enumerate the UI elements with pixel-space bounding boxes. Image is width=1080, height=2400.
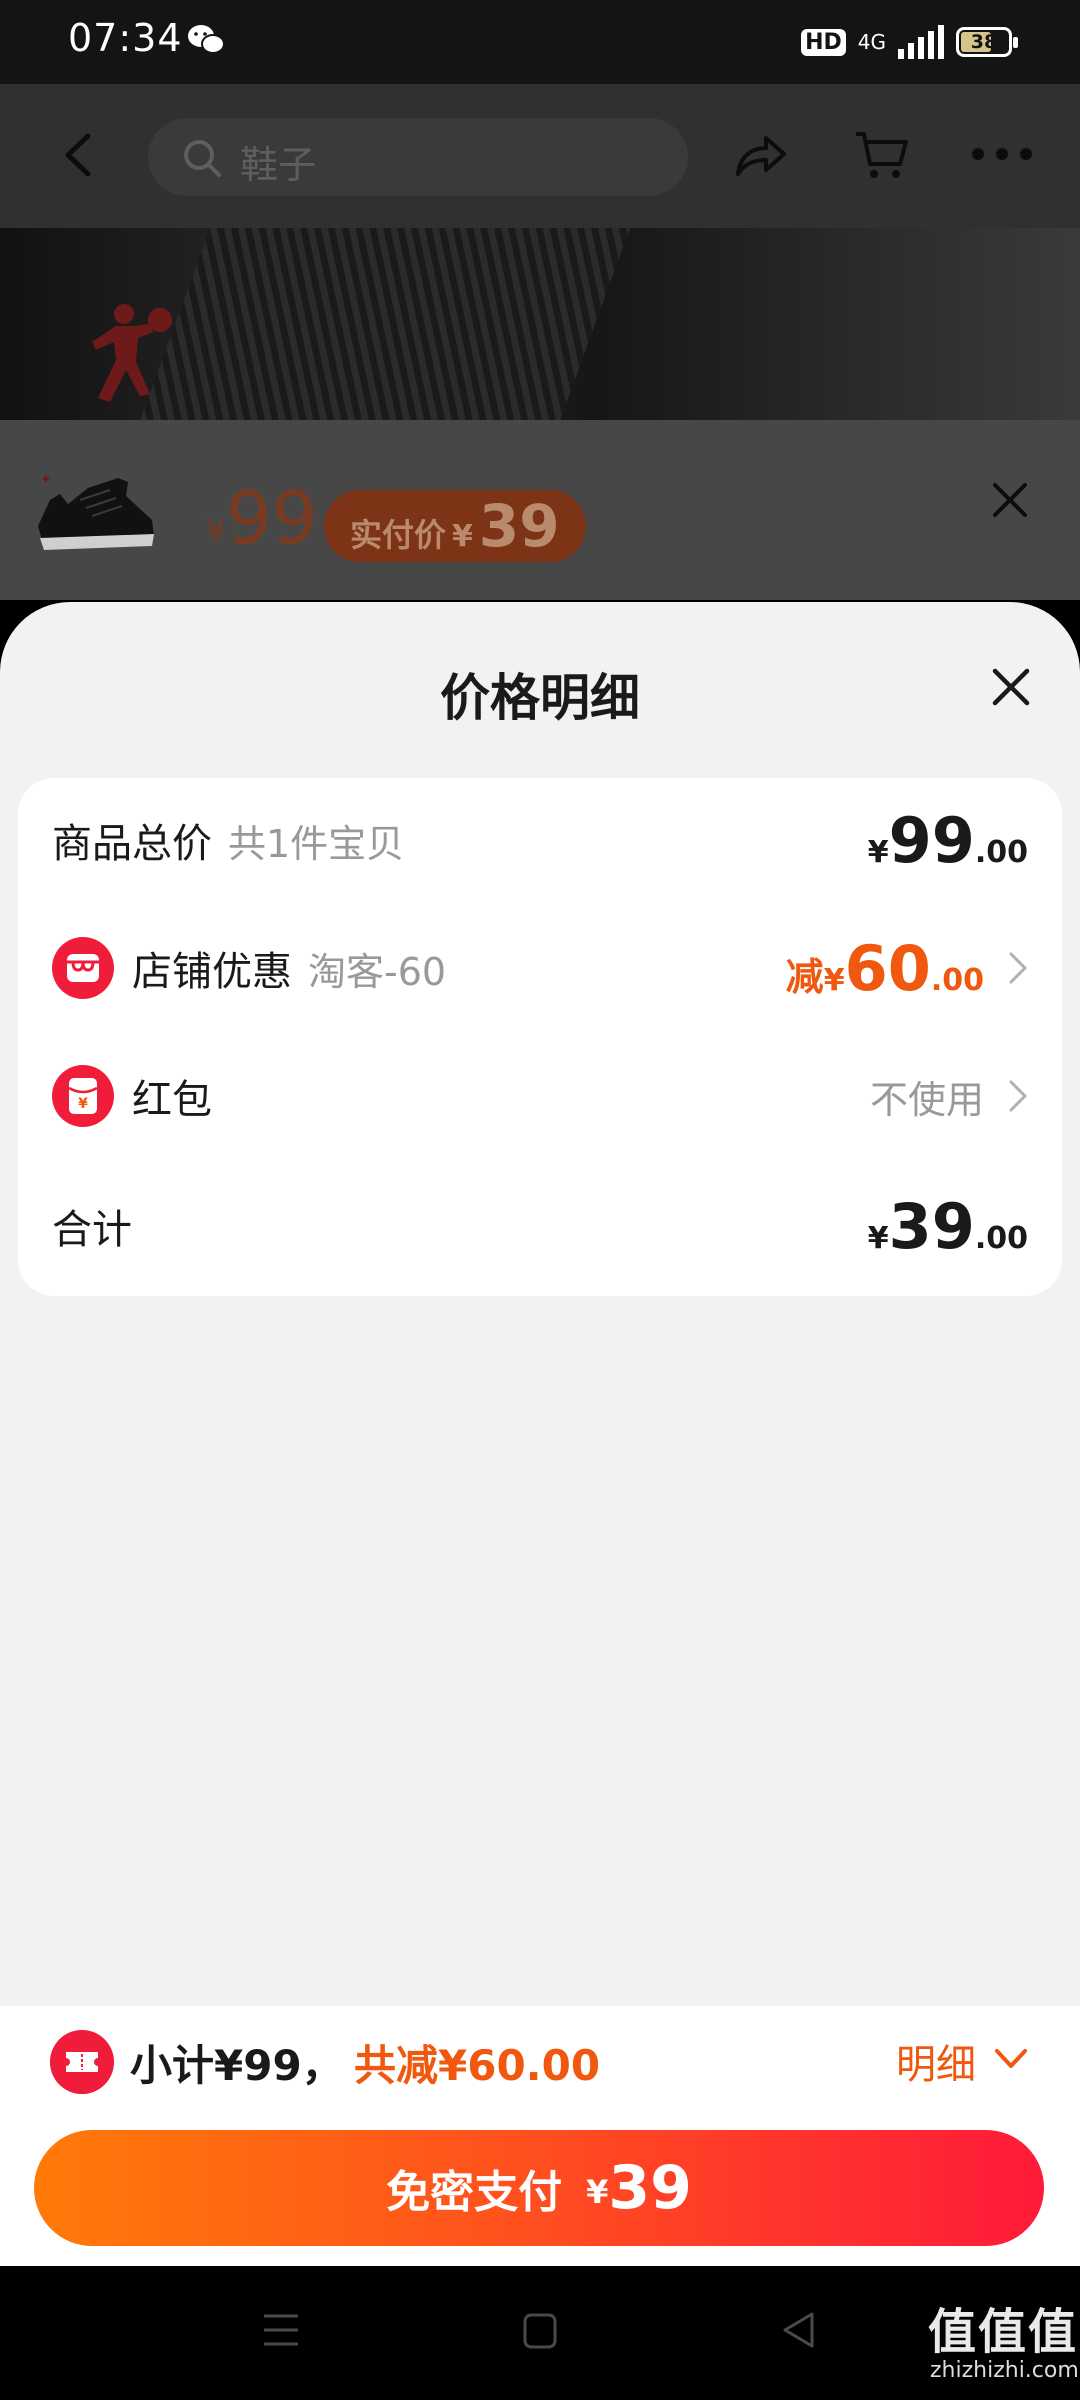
- pay-area: 免密支付 ¥ 39: [0, 2114, 1080, 2266]
- goods-count: 共1件宝贝: [228, 821, 405, 866]
- total-discount-text: 共减¥60.00: [354, 2041, 601, 2090]
- chevron-down-icon[interactable]: [994, 2046, 1028, 2072]
- red-packet-value: 不使用: [869, 1077, 984, 1122]
- product-banner: [0, 228, 1080, 420]
- red-packet-label: 红包: [132, 1077, 212, 1123]
- status-time: 07:34: [68, 16, 183, 60]
- back-icon[interactable]: [58, 130, 98, 180]
- search-input[interactable]: 鞋子: [148, 118, 688, 196]
- battery-icon: 38: [956, 27, 1018, 57]
- row-red-packet[interactable]: ¥ 红包 不使用: [52, 1046, 1028, 1146]
- row-store-discount[interactable]: 店铺优惠 淘客-60 减 ¥ 60 .00: [52, 918, 1028, 1018]
- sheet-close-icon[interactable]: [992, 668, 1030, 706]
- pay-label: 免密支付: [386, 2167, 563, 2218]
- price-integer: 39: [888, 1189, 975, 1263]
- store-discount-label: 店铺优惠: [132, 949, 292, 995]
- close-icon[interactable]: [992, 482, 1028, 518]
- sum-price: ¥ 39 .00: [868, 1190, 1028, 1263]
- red-packet-icon: ¥: [52, 1065, 114, 1127]
- search-text: 鞋子: [240, 143, 317, 187]
- row-sum: 合计 ¥ 39 .00: [52, 1176, 1028, 1276]
- currency-symbol: ¥: [867, 1220, 889, 1256]
- sum-label: 合计: [52, 1207, 132, 1253]
- discount-prefix: 减: [785, 954, 824, 999]
- detail-toggle[interactable]: 明细: [896, 2032, 976, 2090]
- network-type: 4G: [857, 30, 886, 54]
- battery-level: 38: [970, 31, 998, 53]
- app-header: 鞋子: [0, 84, 1080, 228]
- watermark: 值值值: [928, 2304, 1079, 2360]
- chevron-right-icon: [1009, 1080, 1027, 1112]
- price-integer: 60: [844, 931, 931, 1005]
- currency-symbol: ¥: [867, 834, 889, 870]
- product-mini-card: ✦ ¥ 99 实付价 ¥ 39: [0, 420, 1080, 600]
- signal-icon: [898, 25, 944, 59]
- order-summary-bar: 小计¥99， 共减¥60.00 明细: [0, 2006, 1080, 2114]
- wechat-icon: [188, 25, 225, 54]
- cart-icon[interactable]: [854, 128, 910, 180]
- store-discount-desc: 淘客-60: [308, 949, 447, 994]
- mini-price: 99: [226, 476, 318, 560]
- price-decimal: .00: [974, 834, 1028, 870]
- share-icon[interactable]: [732, 130, 788, 180]
- product-thumbnail: ✦: [38, 472, 154, 550]
- home-icon[interactable]: [522, 2312, 558, 2350]
- watermark-url: zhizhizhi.com: [930, 2358, 1079, 2383]
- brand-logo-icon: [92, 304, 172, 402]
- more-icon[interactable]: [970, 144, 1034, 164]
- pay-amount: 39: [608, 2153, 692, 2223]
- mini-price-currency: ¥: [206, 514, 226, 549]
- search-icon: [184, 140, 221, 177]
- menu-icon[interactable]: [262, 2312, 300, 2348]
- price-decimal: .00: [930, 962, 984, 998]
- banner-image: [122, 228, 638, 420]
- price-detail-card: 商品总价 共1件宝贝 ¥ 99 .00 店铺优惠 淘客-60 减 ¥ 60 .0…: [18, 778, 1062, 1296]
- hd-badge: HD: [801, 28, 846, 56]
- actual-price-currency: ¥: [452, 519, 473, 554]
- svg-text:✦: ✦: [40, 472, 52, 488]
- price-decimal: .00: [974, 1220, 1028, 1256]
- red-packet-value-wrap: 不使用: [870, 1069, 984, 1124]
- status-bar: 07:34 HD 4G 38: [0, 0, 1080, 84]
- goods-total-label: 商品总价: [52, 821, 212, 867]
- status-indicators: HD 4G 38: [801, 22, 1018, 62]
- pay-currency: ¥: [586, 2173, 609, 2211]
- actual-price-label: 实付价: [350, 516, 447, 554]
- svg-text:¥: ¥: [78, 1096, 88, 1112]
- coupon-icon: [50, 2030, 114, 2094]
- store-discount-value: 减 ¥ 60 .00: [786, 932, 984, 1005]
- sheet-title: 价格明细: [440, 669, 640, 727]
- store-icon: [52, 937, 114, 999]
- pay-button[interactable]: 免密支付 ¥ 39: [34, 2130, 1044, 2246]
- chevron-right-icon: [1009, 952, 1027, 984]
- nav-back-icon[interactable]: [780, 2310, 816, 2350]
- system-nav-bar: 值值值 zhizhizhi.com: [0, 2266, 1080, 2400]
- price-integer: 99: [888, 803, 975, 877]
- actual-price-value: 39: [478, 492, 560, 560]
- subtotal-text: 小计¥99，: [130, 2041, 344, 2090]
- actual-price-badge: 实付价 ¥ 39: [324, 490, 586, 562]
- currency-symbol: ¥: [823, 962, 845, 998]
- goods-total-price: ¥ 99 .00: [868, 804, 1028, 877]
- row-goods-total: 商品总价 共1件宝贝 ¥ 99 .00: [52, 790, 1028, 890]
